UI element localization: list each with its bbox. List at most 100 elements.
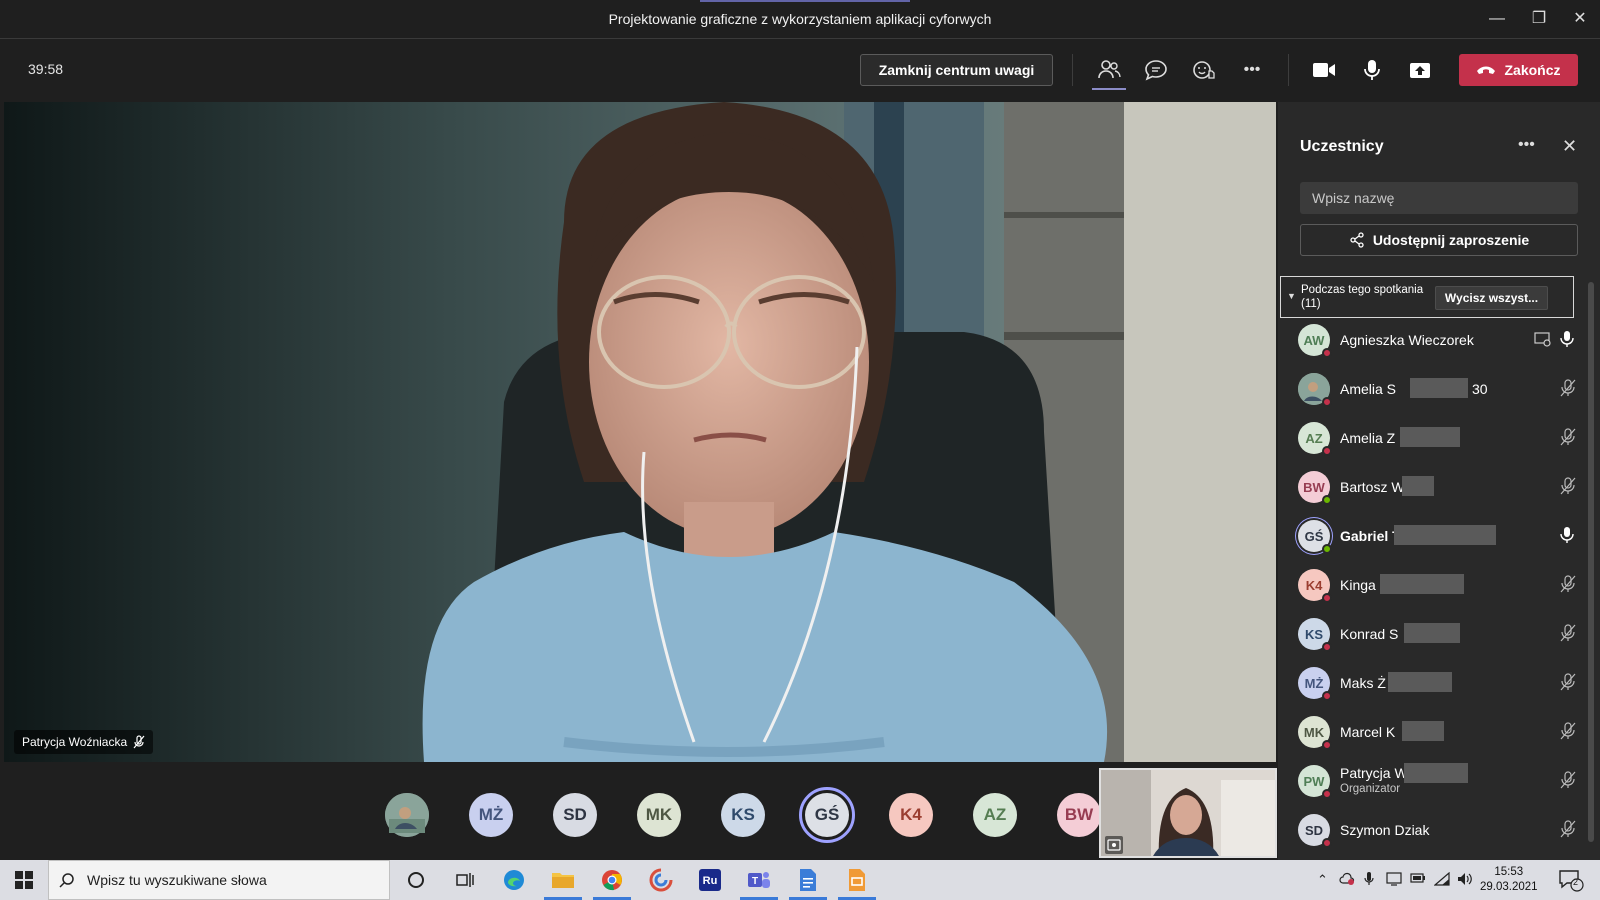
participant-row[interactable]: SD Szymon Dziak [1298,806,1578,856]
start-button[interactable] [11,867,37,893]
minimize-button[interactable]: — [1482,8,1512,30]
background-effects-icon [1107,839,1121,851]
reactions-button[interactable] [1186,54,1222,86]
panel-scrollbar[interactable] [1588,282,1594,842]
title-accent [700,0,910,2]
redacted-surname [1410,378,1468,398]
presence-status-dot [1322,544,1332,554]
mic-muted-indicator[interactable] [1560,428,1576,451]
participant-row[interactable]: GŚ Gabriel T [1298,512,1578,562]
strip-avatar[interactable]: K4 [889,793,933,837]
participant-row[interactable]: K4 Kinga [1298,561,1578,611]
mic-muted-indicator[interactable] [1560,379,1576,402]
teams-taskbar-button[interactable]: T [746,867,772,893]
panel-title: Uczestnicy [1300,138,1384,155]
document-icon [800,869,816,891]
wifi-tray-icon[interactable] [1433,871,1450,889]
mic-muted-indicator[interactable] [1560,673,1576,696]
panel-close-button[interactable]: ✕ [1562,136,1577,157]
share-invite-label: Udostępnij zaproszenie [1372,232,1530,248]
file-explorer-taskbar-button[interactable] [550,867,576,893]
mic-muted-indicator[interactable] [1560,722,1576,745]
mic-tray-icon[interactable] [1364,872,1374,889]
mic-on-indicator[interactable] [1560,526,1574,549]
participants-button[interactable] [1091,54,1127,86]
participant-role: Organizator [1340,783,1401,795]
more-actions-button[interactable]: ••• [1234,54,1270,86]
participant-row[interactable]: MK Marcel K [1298,708,1578,758]
cortana-button[interactable] [403,867,429,893]
presence-status-dot [1322,397,1332,407]
display-tray-icon[interactable] [1386,872,1402,889]
participant-row[interactable]: Amelia S 30 [1298,365,1578,415]
strip-avatar[interactable]: GŚ [799,787,855,843]
edge-taskbar-button[interactable] [501,867,527,893]
chat-button[interactable] [1138,54,1174,86]
participant-name: Kinga [1340,577,1376,593]
mic-muted-indicator[interactable] [1560,575,1576,598]
participant-row[interactable]: MŻ Maks Ż [1298,659,1578,709]
strip-avatar[interactable]: KS [721,793,765,837]
toolbar-divider [1288,54,1289,86]
end-call-button[interactable]: Zakończ [1459,54,1578,86]
panel-more-button[interactable]: ••• [1518,136,1535,154]
show-hidden-icons-button[interactable]: ⌃ [1317,872,1328,888]
microphone-icon [1560,331,1574,347]
mic-muted-indicator[interactable] [1560,477,1576,500]
redacted-surname [1402,476,1434,496]
docs-taskbar-button[interactable] [795,867,821,893]
participant-name: Bartosz W [1340,479,1405,495]
strip-avatar[interactable] [385,793,429,837]
redacted-surname [1402,721,1444,741]
camera-button[interactable] [1306,54,1342,86]
mute-all-button[interactable]: Wycisz wszyst... [1435,286,1548,310]
share-screen-button[interactable] [1402,54,1438,86]
volume-tray-icon[interactable] [1457,872,1473,889]
participant-row[interactable]: BW Bartosz W [1298,463,1578,513]
participant-name: Konrad S [1340,626,1399,642]
presentation-icon [849,869,865,891]
mic-muted-indicator[interactable] [1560,624,1576,647]
app-taskbar-button[interactable] [648,867,674,893]
chrome-taskbar-button[interactable] [599,867,625,893]
taskbar-search-box[interactable]: Wpisz tu wyszukiwane słowa [48,860,390,900]
participant-row[interactable]: AW Agnieszka Wieczorek [1298,316,1578,366]
window-title: Projektowanie graficzne z wykorzystaniem… [608,11,992,27]
task-view-button[interactable] [452,867,478,893]
in-meeting-section-header[interactable]: ▼ Podczas tego spotkania (11) Wycisz wsz… [1280,276,1574,318]
share-invite-button[interactable]: Udostępnij zaproszenie [1300,224,1578,256]
stop-spotlight-button[interactable]: Zamknij centrum uwagi [860,54,1053,86]
collapse-caret-icon: ▼ [1287,291,1296,301]
strip-avatar[interactable]: BW [1057,793,1101,837]
participant-search-input[interactable] [1300,182,1578,214]
action-center-button[interactable]: 2 [1558,868,1584,895]
strip-avatar[interactable]: AZ [973,793,1017,837]
strip-avatar[interactable]: SD [553,793,597,837]
participant-video-feed [4,102,1276,762]
participant-row[interactable]: KS Konrad S [1298,610,1578,660]
self-view-toggle[interactable] [1105,836,1123,854]
mic-muted-indicator[interactable] [1560,771,1576,794]
system-clock[interactable]: 15:53 29.03.2021 [1480,865,1538,895]
participant-name: Patrycja W [1340,765,1408,781]
self-video-feed [1101,770,1275,856]
restore-button[interactable]: ❐ [1524,8,1554,30]
mic-on-indicator[interactable] [1560,330,1574,353]
battery-tray-icon[interactable] [1410,872,1426,887]
redacted-surname [1388,672,1452,692]
mic-muted-indicator[interactable] [1560,820,1576,843]
onedrive-tray-icon[interactable] [1339,872,1355,889]
strip-avatar[interactable]: MK [637,793,681,837]
close-window-button[interactable]: ✕ [1565,8,1595,30]
participant-row[interactable]: AZ Amelia Z [1298,414,1578,464]
strip-avatar[interactable]: MŻ [469,793,513,837]
strip-avatar-initials: BW [1064,805,1094,824]
presence-status-dot [1322,495,1332,505]
mic-off-icon [1560,379,1576,397]
ru-app-taskbar-button[interactable]: Ru [697,867,723,893]
strip-avatar-initials: AZ [983,805,1007,824]
slides-taskbar-button[interactable] [844,867,870,893]
microphone-button[interactable] [1354,54,1390,86]
speaker-icon [1458,873,1472,885]
participant-row[interactable]: PW Patrycja W Organizator [1298,757,1578,807]
